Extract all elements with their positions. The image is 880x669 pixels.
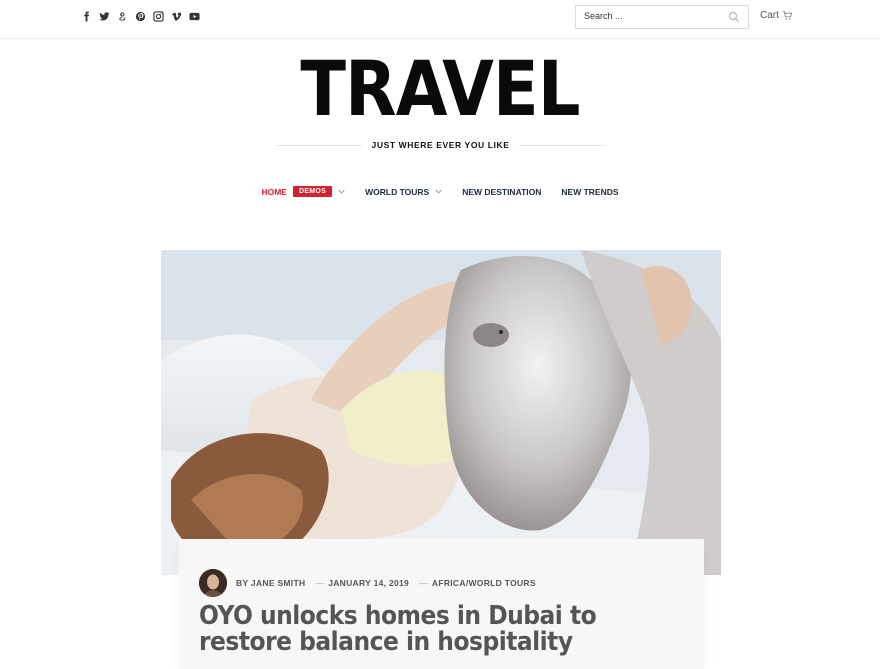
nav-item-home[interactable]: HOME DEMOS — [261, 186, 345, 197]
youtube-icon[interactable] — [188, 10, 200, 22]
demos-badge: DEMOS — [292, 186, 333, 197]
post-meta: BY JANE SMITH — JANUARY 14, 2019 — AFRIC… — [199, 569, 536, 597]
meta-separator: — — [315, 578, 325, 588]
vimeo-icon[interactable] — [170, 10, 182, 22]
instagram-icon[interactable] — [152, 10, 164, 22]
nav-home-label: HOME — [261, 186, 287, 197]
chevron-down-icon — [435, 189, 442, 194]
chevron-down-icon — [338, 189, 345, 194]
meta-separator: — — [419, 578, 428, 588]
nav-new-trends-label: NEW TRENDS — [561, 186, 619, 197]
post-author[interactable]: BY JANE SMITH — [236, 578, 305, 588]
nav-new-destination-label: NEW DESTINATION — [462, 186, 542, 197]
cart-link[interactable]: Cart — [760, 10, 793, 21]
post-card: BY JANE SMITH — JANUARY 14, 2019 — AFRIC… — [179, 539, 704, 669]
site-logo[interactable]: TRAVEL — [53, 44, 827, 134]
twitter-icon[interactable] — [98, 10, 110, 22]
post-category[interactable]: AFRICA/WORLD TOURS — [432, 578, 536, 588]
nav-item-new-destination[interactable]: NEW DESTINATION — [462, 187, 541, 197]
tagline-divider-right — [519, 145, 605, 146]
social-links — [80, 10, 200, 22]
post-title[interactable]: OYO unlocks homes in Dubai to restore ba… — [199, 603, 689, 655]
search-box — [575, 5, 749, 29]
cart-label: Cart — [760, 10, 779, 21]
top-bar: Cart — [0, 0, 880, 39]
search-icon[interactable] — [728, 11, 740, 23]
facebook-icon[interactable] — [80, 10, 92, 22]
featured-image[interactable] — [161, 250, 721, 575]
avatar[interactable] — [199, 569, 227, 597]
featured-photo — [161, 250, 721, 575]
google-plus-icon[interactable] — [116, 10, 128, 22]
nav-item-world-tours[interactable]: WORLD TOURS — [365, 187, 442, 197]
nav-item-new-trends[interactable]: NEW TRENDS — [561, 187, 618, 197]
cart-icon — [782, 10, 793, 20]
post-date[interactable]: JANUARY 14, 2019 — [328, 578, 409, 588]
tagline-row: JUST WHERE EVER YOU LIKE — [276, 138, 605, 154]
search-input[interactable] — [576, 6, 724, 26]
pinterest-icon[interactable] — [134, 10, 146, 22]
nav-world-tours-label: WORLD TOURS — [365, 186, 430, 197]
main-nav: HOME DEMOS WORLD TOURS NEW DESTINATION N… — [0, 186, 880, 197]
